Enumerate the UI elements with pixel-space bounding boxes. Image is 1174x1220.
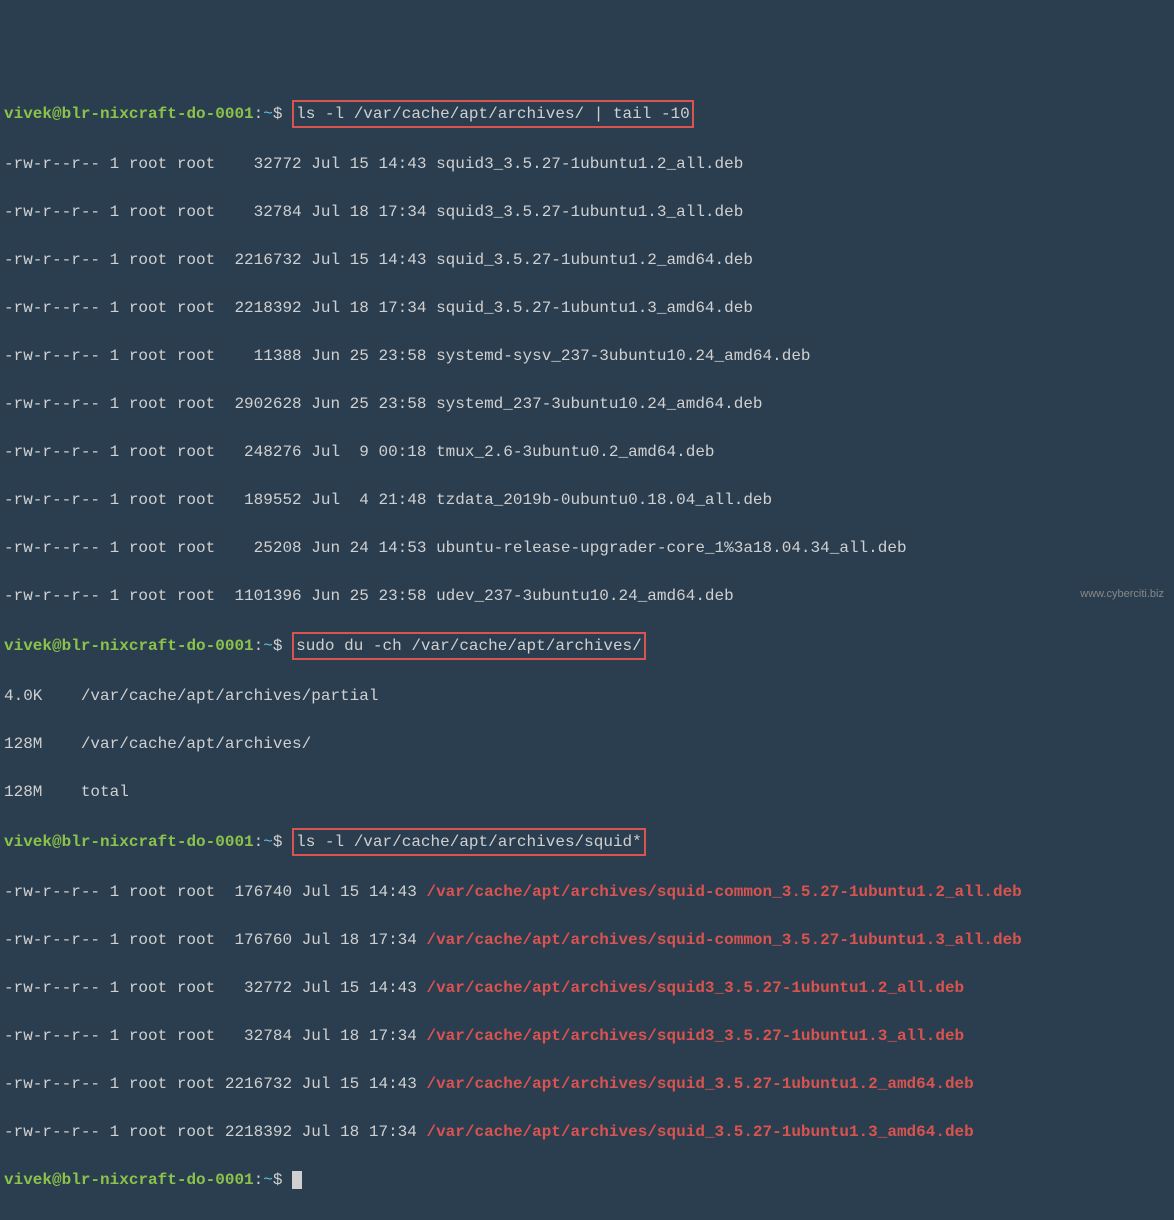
- prompt-colon: :: [254, 637, 264, 655]
- terminal[interactable]: vivek@blr-nixcraft-do-0001:~$ ls -l /var…: [4, 100, 1170, 1192]
- prompt-dollar: $: [273, 1171, 283, 1189]
- command-1-box: ls -l /var/cache/apt/archives/ | tail -1…: [292, 100, 694, 128]
- prompt-line-2: vivek@blr-nixcraft-do-0001:~$ sudo du -c…: [4, 632, 1170, 660]
- cursor-icon[interactable]: [292, 1171, 302, 1189]
- prompt-path: ~: [263, 1171, 273, 1189]
- command-2-box: sudo du -ch /var/cache/apt/archives/: [292, 632, 646, 660]
- output-2-row: 4.0K /var/cache/apt/archives/partial: [4, 684, 1170, 708]
- file-path: /var/cache/apt/archives/squid-common_3.5…: [426, 931, 1021, 949]
- file-path: /var/cache/apt/archives/squid_3.5.27-1ub…: [426, 1075, 973, 1093]
- prompt-at: @: [52, 637, 62, 655]
- prompt-host: blr-nixcraft-do-0001: [62, 1171, 254, 1189]
- prompt-colon: :: [254, 1171, 264, 1189]
- prompt-user: vivek: [4, 833, 52, 851]
- file-perms: -rw-r--r-- 1 root root 32784 Jul 18 17:3…: [4, 1027, 426, 1045]
- prompt-line-3: vivek@blr-nixcraft-do-0001:~$ ls -l /var…: [4, 828, 1170, 856]
- prompt-dollar: $: [273, 833, 283, 851]
- file-path: /var/cache/apt/archives/squid-common_3.5…: [426, 883, 1021, 901]
- prompt-at: @: [52, 833, 62, 851]
- output-3-row: -rw-r--r-- 1 root root 32784 Jul 18 17:3…: [4, 1024, 1170, 1048]
- file-perms: -rw-r--r-- 1 root root 32772 Jul 15 14:4…: [4, 979, 426, 997]
- prompt-colon: :: [254, 105, 264, 123]
- prompt-host: blr-nixcraft-do-0001: [62, 833, 254, 851]
- prompt-user: vivek: [4, 637, 52, 655]
- file-path: /var/cache/apt/archives/squid3_3.5.27-1u…: [426, 1027, 964, 1045]
- output-1-row: -rw-r--r-- 1 root root 25208 Jun 24 14:5…: [4, 536, 1170, 560]
- output-1-row: -rw-r--r-- 1 root root 189552 Jul 4 21:4…: [4, 488, 1170, 512]
- prompt-path: ~: [263, 105, 273, 123]
- command-3: ls -l /var/cache/apt/archives/squid*: [296, 833, 642, 851]
- file-perms: -rw-r--r-- 1 root root 176740 Jul 15 14:…: [4, 883, 426, 901]
- output-2-row: 128M total: [4, 780, 1170, 804]
- output-1-row: -rw-r--r-- 1 root root 32772 Jul 15 14:4…: [4, 152, 1170, 176]
- prompt-path: ~: [263, 833, 273, 851]
- prompt-colon: :: [254, 833, 264, 851]
- prompt-host: blr-nixcraft-do-0001: [62, 105, 254, 123]
- output-1-row: -rw-r--r-- 1 root root 2902628 Jun 25 23…: [4, 392, 1170, 416]
- command-2: sudo du -ch /var/cache/apt/archives/: [296, 637, 642, 655]
- prompt-at: @: [52, 1171, 62, 1189]
- output-1-row: -rw-r--r-- 1 root root 32784 Jul 18 17:3…: [4, 200, 1170, 224]
- file-perms: -rw-r--r-- 1 root root 176760 Jul 18 17:…: [4, 931, 426, 949]
- file-perms: -rw-r--r-- 1 root root 2218392 Jul 18 17…: [4, 1123, 426, 1141]
- output-1-row: -rw-r--r-- 1 root root 2218392 Jul 18 17…: [4, 296, 1170, 320]
- command-1: ls -l /var/cache/apt/archives/ | tail -1…: [296, 105, 690, 123]
- prompt-line-1: vivek@blr-nixcraft-do-0001:~$ ls -l /var…: [4, 100, 1170, 128]
- prompt-host: blr-nixcraft-do-0001: [62, 637, 254, 655]
- output-1-row: -rw-r--r-- 1 root root 2216732 Jul 15 14…: [4, 248, 1170, 272]
- prompt-line-4[interactable]: vivek@blr-nixcraft-do-0001:~$: [4, 1168, 1170, 1192]
- prompt-user: vivek: [4, 1171, 52, 1189]
- command-3-box: ls -l /var/cache/apt/archives/squid*: [292, 828, 646, 856]
- prompt-at: @: [52, 105, 62, 123]
- output-3-row: -rw-r--r-- 1 root root 2218392 Jul 18 17…: [4, 1120, 1170, 1144]
- output-3-row: -rw-r--r-- 1 root root 2216732 Jul 15 14…: [4, 1072, 1170, 1096]
- file-perms: -rw-r--r-- 1 root root 2216732 Jul 15 14…: [4, 1075, 426, 1093]
- prompt-dollar: $: [273, 105, 283, 123]
- file-path: /var/cache/apt/archives/squid_3.5.27-1ub…: [426, 1123, 973, 1141]
- prompt-path: ~: [263, 637, 273, 655]
- output-1-row: -rw-r--r-- 1 root root 248276 Jul 9 00:1…: [4, 440, 1170, 464]
- output-3-row: -rw-r--r-- 1 root root 32772 Jul 15 14:4…: [4, 976, 1170, 1000]
- prompt-dollar: $: [273, 637, 283, 655]
- output-1-row: -rw-r--r-- 1 root root 11388 Jun 25 23:5…: [4, 344, 1170, 368]
- prompt-user: vivek: [4, 105, 52, 123]
- file-path: /var/cache/apt/archives/squid3_3.5.27-1u…: [426, 979, 964, 997]
- output-2-row: 128M /var/cache/apt/archives/: [4, 732, 1170, 756]
- output-3-row: -rw-r--r-- 1 root root 176760 Jul 18 17:…: [4, 928, 1170, 952]
- output-1-row: -rw-r--r-- 1 root root 1101396 Jun 25 23…: [4, 584, 1170, 608]
- output-3-row: -rw-r--r-- 1 root root 176740 Jul 15 14:…: [4, 880, 1170, 904]
- watermark: www.cyberciti.biz: [1080, 586, 1164, 603]
